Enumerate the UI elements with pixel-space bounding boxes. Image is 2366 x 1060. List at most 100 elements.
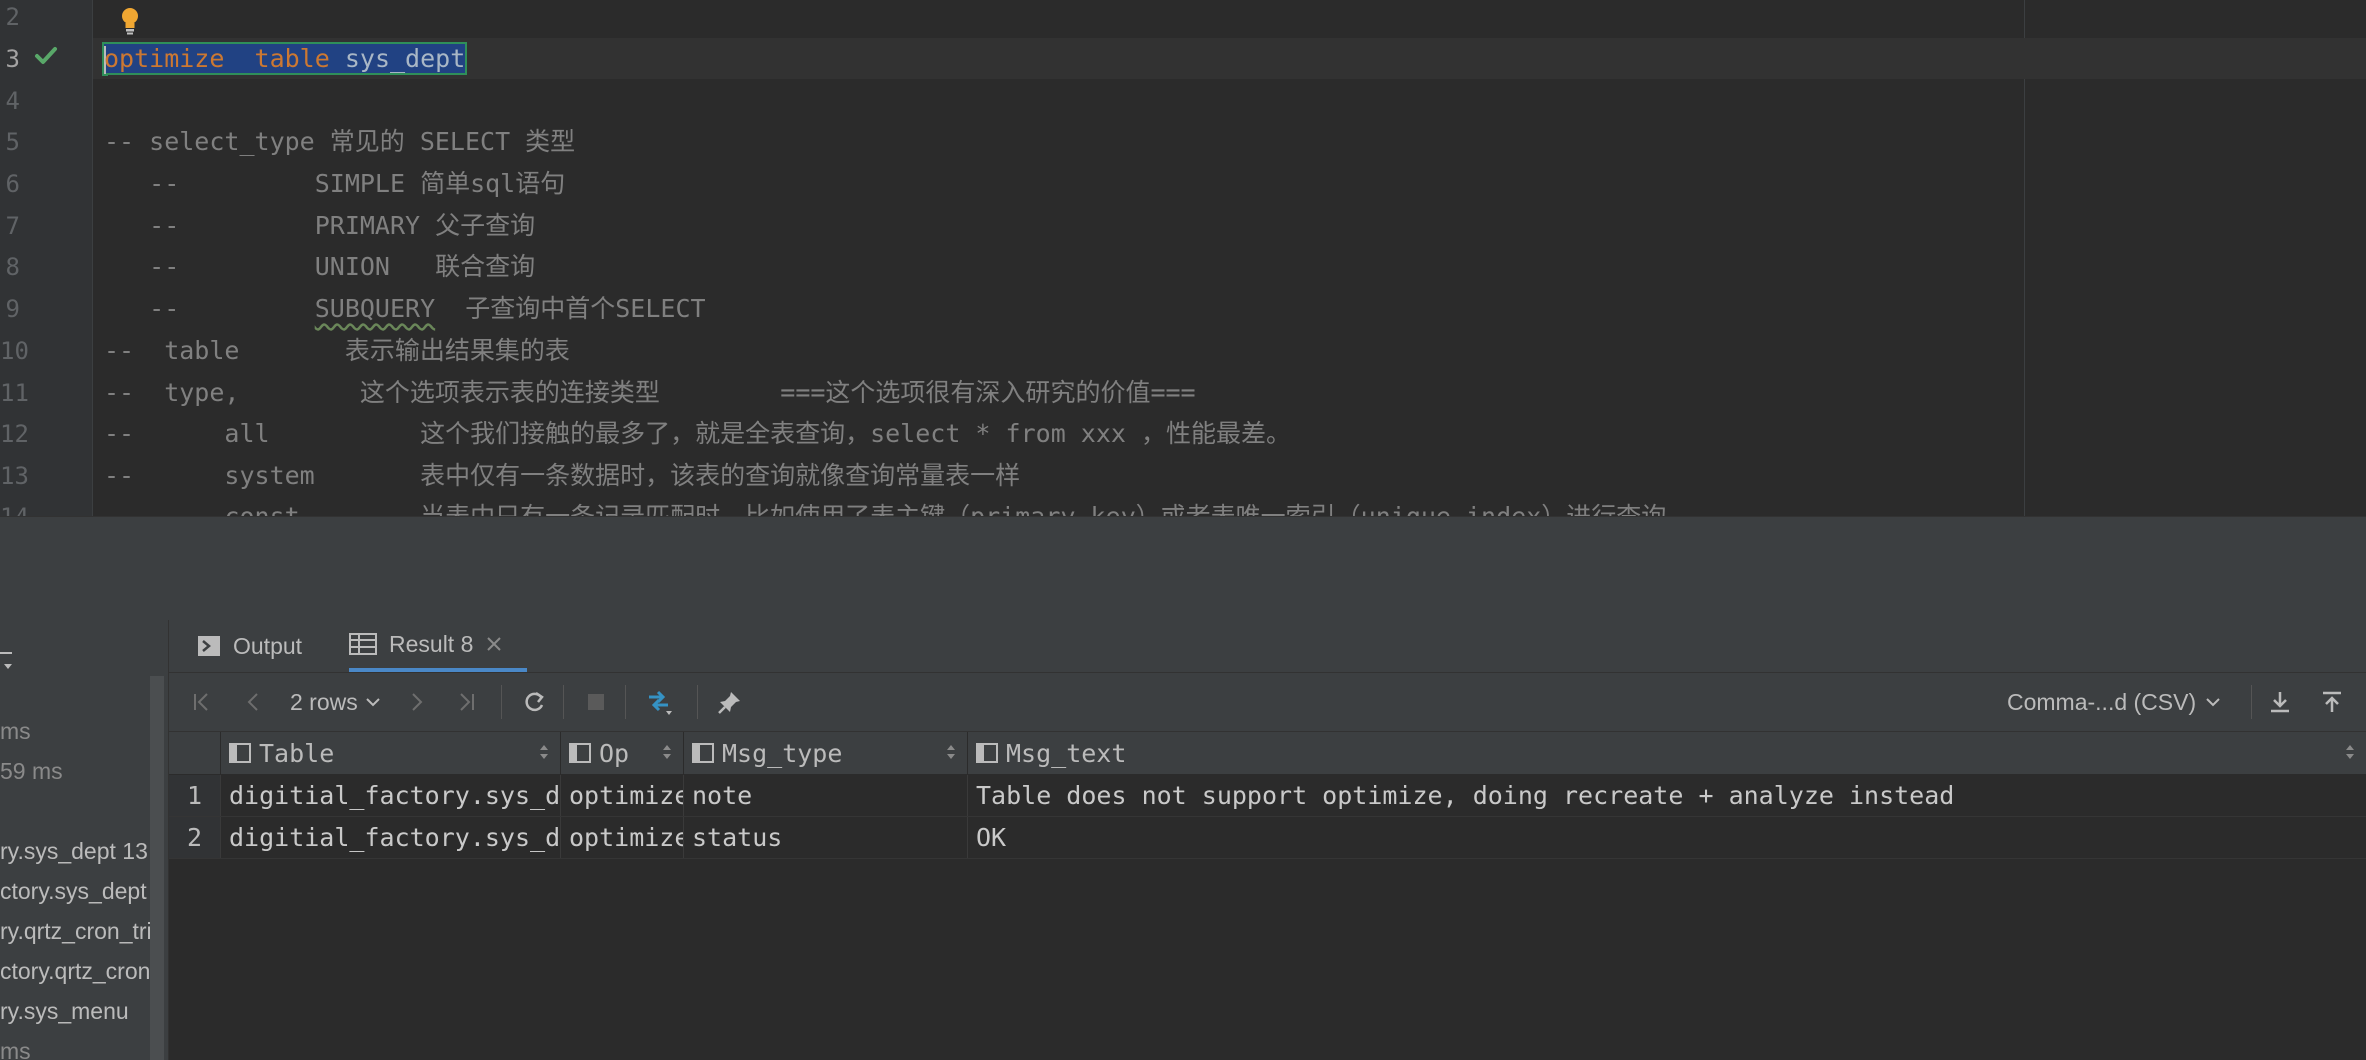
comment-prefix: -- bbox=[104, 294, 315, 323]
comment-text: -- PRIMARY 父子查询 bbox=[104, 211, 536, 240]
list-item[interactable]: ms bbox=[0, 1038, 31, 1060]
export-button[interactable] bbox=[2263, 685, 2297, 719]
table-cell[interactable]: optimize bbox=[561, 775, 684, 816]
line-number: 2 bbox=[5, 3, 20, 31]
line-number: 3 bbox=[5, 45, 20, 73]
table-cell[interactable]: status bbox=[684, 817, 968, 858]
services-panel: ms 59 ms ry.sys_dept 13 ctory.sys_dept r… bbox=[0, 620, 169, 1060]
dropdown-menu-icon[interactable] bbox=[0, 650, 14, 674]
upload-icon bbox=[2323, 691, 2341, 712]
download-icon bbox=[2271, 692, 2289, 713]
column-title: Msg_text bbox=[1006, 738, 1127, 768]
panel-splitter[interactable] bbox=[0, 516, 2366, 621]
text-selection: optimize table sys_dept bbox=[101, 42, 468, 75]
table-cell[interactable]: digitial_factory.sys_dept bbox=[221, 775, 561, 816]
sort-icon[interactable] bbox=[945, 742, 957, 762]
stop-button[interactable] bbox=[581, 685, 611, 719]
line-number: 13 bbox=[0, 462, 29, 490]
line-number: 10 bbox=[0, 337, 29, 365]
close-icon[interactable] bbox=[485, 635, 503, 653]
sort-icon[interactable] bbox=[2344, 742, 2356, 762]
table-row[interactable]: 2 digitial_factory.sys_dept optimize sta… bbox=[169, 817, 2366, 859]
compare-button[interactable] bbox=[643, 685, 679, 719]
table-cell[interactable]: optimize bbox=[561, 817, 684, 858]
tab-label: Output bbox=[233, 632, 303, 659]
column-header-table[interactable]: Table bbox=[221, 732, 561, 774]
column-title: Msg_type bbox=[722, 738, 843, 768]
import-button[interactable] bbox=[2315, 685, 2349, 719]
code-text[interactable]: optimize table sys_dept bbox=[101, 38, 468, 80]
toolbar-separator bbox=[501, 685, 502, 719]
row-number: 1 bbox=[169, 775, 221, 816]
last-page-button[interactable] bbox=[451, 685, 481, 719]
comment-text: -- SIMPLE 简单sql语句 bbox=[104, 169, 566, 198]
keyword-table: table bbox=[254, 44, 330, 73]
first-page-icon bbox=[194, 693, 208, 711]
column-header-msg-text[interactable]: Msg_text bbox=[968, 732, 2366, 774]
line-number: 8 bbox=[5, 253, 20, 281]
scrollbar[interactable] bbox=[150, 676, 164, 1060]
list-item[interactable]: ry.sys_menu bbox=[0, 998, 129, 1025]
list-item[interactable]: ctory.qrtz_cron_ bbox=[0, 958, 163, 985]
code-line-active[interactable]: 3 optimize table sys_dept bbox=[0, 38, 2366, 80]
sort-icon[interactable] bbox=[661, 742, 673, 762]
tab-output[interactable]: Output bbox=[197, 620, 302, 672]
pin-tab-button[interactable] bbox=[713, 685, 747, 719]
sql-editor[interactable]: 2 3 optimize table sys_dept 4 5 -- selec… bbox=[0, 0, 2366, 516]
line-number: 11 bbox=[0, 379, 29, 407]
comment-text: -- all 这个我们接触的最多了，就是全表查询，select * from x… bbox=[104, 419, 1292, 448]
comment-text: -- table 表示输出结果集的表 bbox=[104, 336, 570, 365]
code-line: 13 -- system 表中仅有一条数据时，该表的查询就像查询常量表一样 bbox=[0, 455, 2366, 497]
column-title: Table bbox=[259, 738, 335, 768]
table-cell[interactable]: OK bbox=[968, 817, 2366, 858]
sort-icon[interactable] bbox=[538, 742, 550, 762]
compare-arrows-icon bbox=[649, 690, 672, 715]
comment-suffix: 子查询中首个SELECT bbox=[435, 294, 706, 323]
table-cell[interactable]: digitial_factory.sys_dept bbox=[221, 817, 561, 858]
column-icon bbox=[976, 743, 998, 763]
chevron-down-icon bbox=[2206, 698, 2220, 707]
table-row[interactable]: 1 digitial_factory.sys_dept optimize not… bbox=[169, 775, 2366, 817]
results-panel: Output Result 8 2 rows Comma-...d (CSV) … bbox=[169, 620, 2366, 1060]
column-header-op[interactable]: Op bbox=[561, 732, 684, 774]
rows-selector[interactable]: 2 rows bbox=[290, 685, 382, 719]
spellcheck-word: SUBQUERY bbox=[314, 294, 436, 323]
comment-text: -- SUBQUERY 子查询中首个SELECT bbox=[104, 288, 706, 330]
line-number: 7 bbox=[5, 212, 20, 240]
console-icon bbox=[198, 636, 220, 656]
refresh-button[interactable] bbox=[517, 685, 551, 719]
chevron-down-icon bbox=[366, 698, 380, 707]
list-item[interactable]: ctory.sys_dept bbox=[0, 878, 147, 905]
code-line: 2 bbox=[0, 0, 2366, 38]
list-item[interactable]: ms bbox=[0, 718, 31, 745]
list-item[interactable]: 59 ms bbox=[0, 758, 63, 785]
grid-header: Table Op Msg_type Msg_text bbox=[169, 732, 2366, 775]
prev-page-button[interactable] bbox=[239, 685, 269, 719]
row-number-header bbox=[169, 732, 221, 774]
code-line: 9 -- SUBQUERY 子查询中首个SELECT bbox=[0, 288, 2366, 330]
tab-result-8[interactable]: Result 8 bbox=[349, 620, 528, 672]
results-toolbar: 2 rows Comma-...d (CSV) bbox=[169, 673, 2366, 732]
column-title: Op bbox=[599, 738, 630, 768]
code-line: 8 -- UNION 联合查询 bbox=[0, 246, 2366, 288]
results-grid[interactable]: Table Op Msg_type Msg_text 1 digitial_fa… bbox=[169, 732, 2366, 1060]
line-number: 9 bbox=[5, 295, 20, 323]
export-format-selector[interactable]: Comma-...d (CSV) bbox=[2007, 685, 2222, 719]
column-header-msg-type[interactable]: Msg_type bbox=[684, 732, 968, 774]
list-item[interactable]: ry.qrtz_cron_tri bbox=[0, 918, 152, 945]
next-page-button[interactable] bbox=[401, 685, 431, 719]
list-item[interactable]: ry.sys_dept 13 bbox=[0, 838, 148, 865]
comment-text: -- UNION 联合查询 bbox=[104, 252, 536, 281]
toolbar-separator bbox=[625, 685, 626, 719]
line-number: 5 bbox=[5, 128, 20, 156]
toolbar-separator bbox=[2251, 685, 2252, 719]
code-line: 5 -- select_type 常见的 SELECT 类型 bbox=[0, 121, 2366, 163]
column-icon bbox=[569, 743, 591, 763]
chevron-right-icon bbox=[412, 693, 423, 711]
toolbar-separator bbox=[697, 685, 698, 719]
line-number: 14 bbox=[0, 496, 29, 516]
table-cell[interactable]: Table does not support optimize, doing r… bbox=[968, 775, 2366, 816]
table-icon bbox=[349, 633, 377, 655]
first-page-button[interactable] bbox=[187, 685, 217, 719]
table-cell[interactable]: note bbox=[684, 775, 968, 816]
